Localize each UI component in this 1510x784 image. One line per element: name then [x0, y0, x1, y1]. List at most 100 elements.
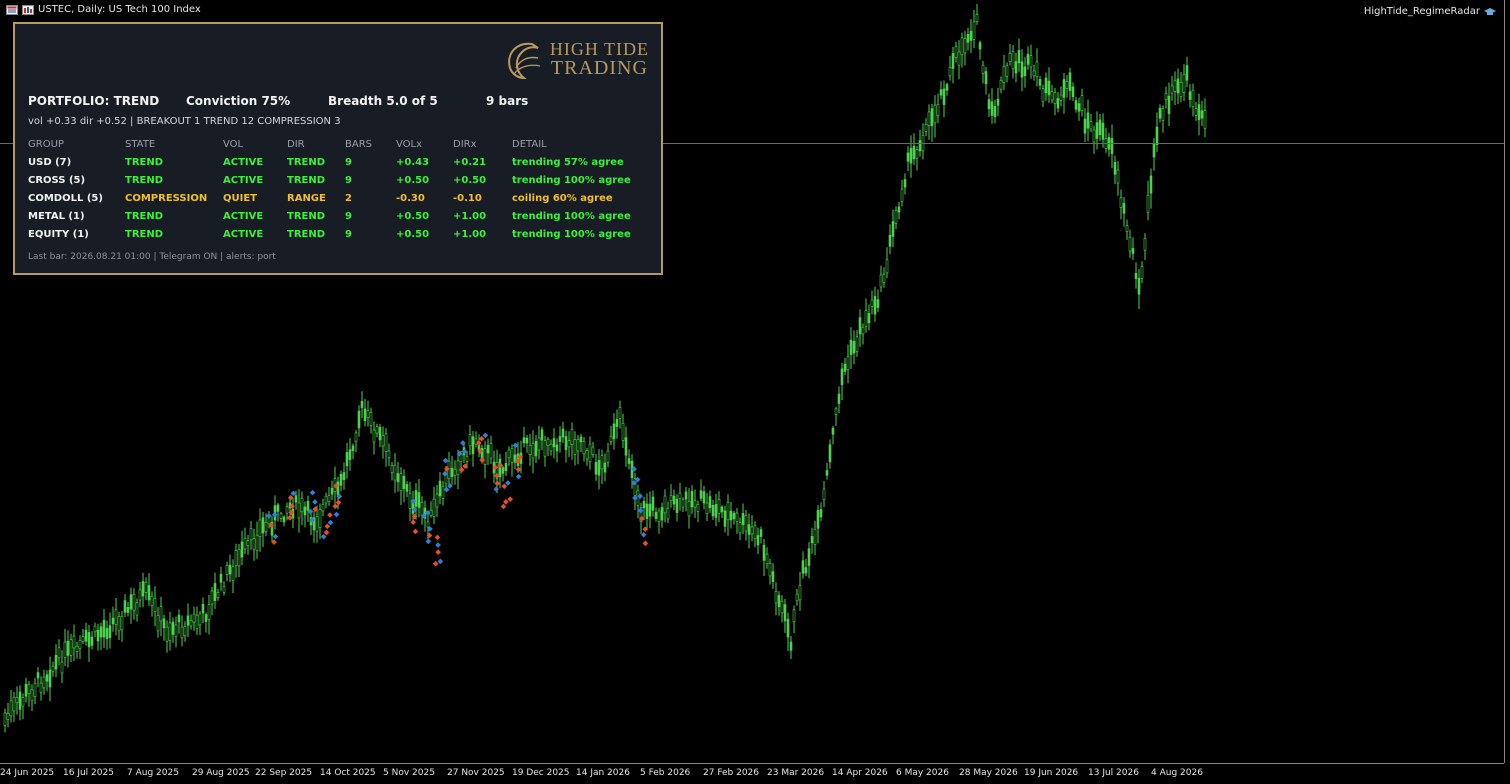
- candle-body: [246, 540, 250, 546]
- candle-body: [15, 696, 19, 704]
- time-tick: 27 Nov 2025: [447, 768, 505, 778]
- candle-body: [849, 339, 853, 355]
- candle-body: [675, 498, 679, 513]
- cell-bars: 9: [345, 229, 352, 240]
- candle-body: [1170, 85, 1174, 94]
- candle-body: [573, 439, 577, 455]
- candle-body: [531, 443, 535, 459]
- candle-body: [951, 53, 955, 69]
- time-tick: 14 Oct 2025: [320, 768, 376, 778]
- indicator-name: HighTide_RegimeRadar: [1363, 6, 1480, 17]
- candle-body: [777, 595, 781, 608]
- candle-body: [912, 145, 916, 160]
- cell-group: METAL (1): [28, 211, 85, 222]
- price-chart[interactable]: USTEC, Daily: US Tech 100 Index HighTide…: [0, 0, 1504, 763]
- cell-volx: +0.43: [396, 157, 430, 168]
- candle-body: [54, 655, 58, 670]
- candle-body: [1158, 107, 1162, 119]
- candle-body: [210, 590, 214, 605]
- cell-state: TREND: [125, 175, 164, 186]
- candle-body: [561, 428, 565, 438]
- candle-body: [909, 147, 913, 164]
- candle-body: [780, 600, 784, 614]
- candle-body: [81, 636, 85, 642]
- candle-body: [672, 495, 676, 505]
- candle-body: [330, 487, 334, 495]
- candle-body: [708, 496, 712, 509]
- candle-body: [234, 550, 238, 566]
- candle-body: [975, 13, 979, 22]
- candle-body: [318, 509, 322, 528]
- candle-body: [21, 697, 25, 707]
- candle-body: [390, 465, 394, 473]
- candle-body: [960, 37, 964, 56]
- candle-body: [768, 563, 772, 577]
- regime-marker: [501, 483, 508, 490]
- candle-body: [810, 536, 814, 544]
- candle-body: [915, 149, 919, 159]
- indicator-label[interactable]: HighTide_RegimeRadar: [1364, 6, 1496, 17]
- candle-body: [624, 437, 628, 456]
- chart-type-icon[interactable]: [22, 4, 34, 15]
- candle-body: [66, 640, 70, 656]
- candle-body: [231, 566, 235, 581]
- candle-body: [1005, 65, 1009, 77]
- candle-body: [864, 310, 868, 327]
- candle-body: [453, 468, 457, 476]
- status-footer: Last bar: 2026.08.21 01:00 | Telegram ON…: [28, 252, 276, 262]
- candle-body: [732, 512, 736, 520]
- candle-body: [36, 672, 40, 679]
- candle-body: [537, 437, 541, 451]
- candle-body: [588, 443, 592, 463]
- cell-bars: 9: [345, 157, 352, 168]
- candle-body: [1152, 143, 1156, 158]
- candle-body: [840, 368, 844, 385]
- candle-body: [720, 506, 724, 513]
- candle-body: [564, 436, 568, 450]
- candle-body: [804, 567, 808, 574]
- candle-body: [963, 38, 967, 54]
- candle-body: [441, 486, 445, 499]
- candle-body: [669, 495, 673, 501]
- regime-marker: [266, 513, 272, 519]
- cell-vol: ACTIVE: [223, 175, 264, 186]
- col-header-detail: DETAIL: [512, 139, 547, 150]
- candle-body: [870, 299, 874, 307]
- candle-body: [702, 491, 706, 504]
- candle-body: [6, 713, 10, 720]
- candle-body: [681, 499, 685, 508]
- price-scale[interactable]: [1504, 0, 1510, 763]
- candle-body: [102, 619, 106, 638]
- candle-body: [1050, 91, 1054, 101]
- candle-body: [1182, 74, 1186, 93]
- candle-body: [621, 423, 625, 441]
- candle-body: [1020, 61, 1024, 78]
- regime-marker: [442, 457, 449, 464]
- candle-body: [822, 488, 826, 501]
- candle-body: [48, 669, 52, 688]
- time-tick: 19 Jun 2026: [1024, 768, 1079, 778]
- candle-body: [714, 504, 718, 518]
- candle-body: [543, 440, 547, 457]
- candle-body: [813, 529, 817, 545]
- chart-window-icon[interactable]: [6, 4, 18, 15]
- candle-body: [987, 99, 991, 110]
- cell-state: TREND: [125, 211, 164, 222]
- candle-body: [609, 435, 613, 443]
- candle-body: [174, 624, 178, 638]
- candle-body: [1134, 272, 1138, 279]
- candle-body: [489, 443, 493, 459]
- candle-body: [396, 473, 400, 483]
- cell-state: TREND: [125, 229, 164, 240]
- candle-body: [939, 89, 943, 96]
- candle-body: [168, 622, 172, 641]
- graduation-cap-icon: [1484, 7, 1496, 15]
- cell-dir: TREND: [287, 157, 326, 168]
- regime-marker: [494, 480, 501, 487]
- candle-body: [651, 496, 655, 511]
- candle-body: [1143, 238, 1147, 251]
- candle-body: [795, 593, 799, 602]
- cell-group: COMDOLL (5): [28, 193, 103, 204]
- candle-body: [744, 515, 748, 532]
- candle-body: [972, 21, 976, 40]
